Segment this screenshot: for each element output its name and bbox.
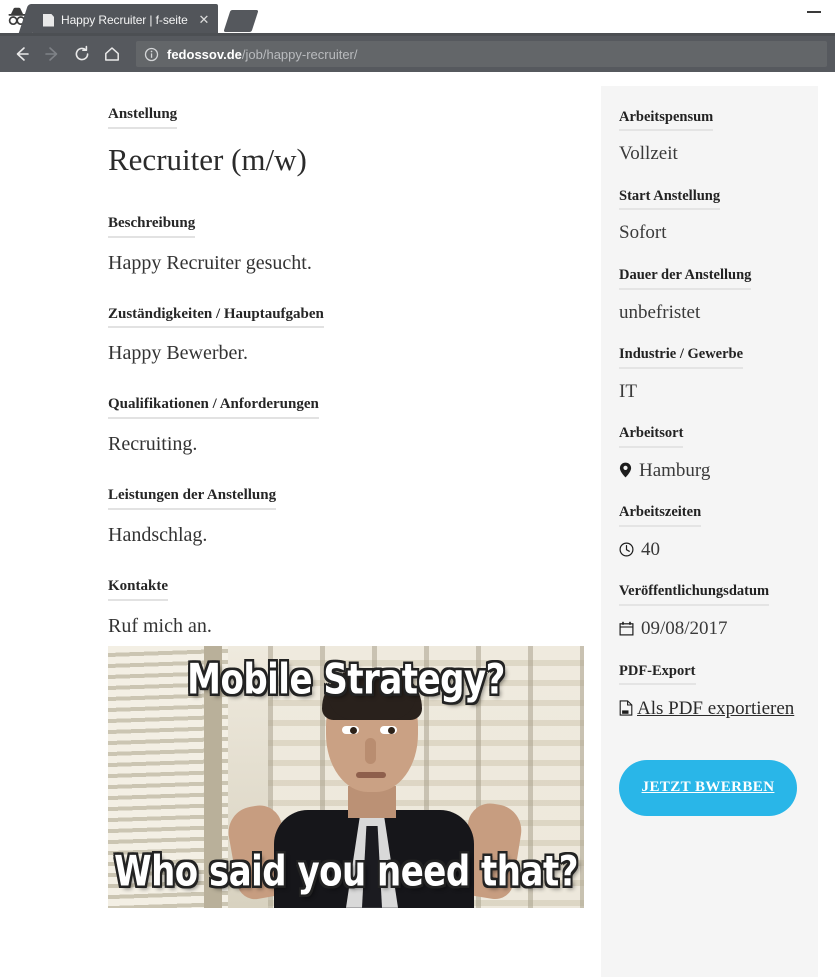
sidebar-heading: Arbeitszeiten [619,504,702,527]
forward-arrow-icon [43,45,61,63]
meme-right-eye [380,725,397,734]
url-host: fedossov.de [167,46,242,62]
section-body: Ruf mich an. [108,614,212,637]
section-heading-wrap-kontakte: Kontakte [108,577,586,601]
apply-now-button[interactable]: JETZT BWERBEN [619,759,797,816]
pdf-file-icon [619,700,633,721]
home-button[interactable] [98,40,126,68]
sidebar-heading: Start Anstellung [619,188,721,211]
forward-button[interactable] [38,40,66,68]
page-title: Recruiter (m/w) [108,141,307,177]
sidebar-value: Vollzeit [619,142,818,167]
meme-mouth [356,771,386,778]
sidebar-value: IT [619,380,818,405]
job-detail-main: Anstellung Recruiter (m/w) Beschreibung … [108,86,586,908]
sidebar-block-start-anstellung: Start Anstellung Sofort [619,187,818,246]
sidebar-heading: Industrie / Gewerbe [619,346,744,369]
browser-toolbar: fedossov.de/job/happy-recruiter/ [0,36,835,72]
browser-window: Happy Recruiter | f-seite ✕ fedossov.de/… [0,0,835,72]
job-meta-sidebar: Arbeitspensum Vollzeit Start Anstellung … [601,86,818,977]
sidebar-value-text: unbefristet [619,301,701,323]
sidebar-block-arbeitspensum: Arbeitspensum Vollzeit [619,108,818,167]
sidebar-block-industrie-gewerbe: Industrie / Gewerbe IT [619,345,818,404]
pdf-export-row: Als PDF exportieren [619,696,799,722]
minimize-button[interactable] [807,11,821,13]
sidebar-value-text: IT [619,380,637,402]
page-content: Arbeitspensum Vollzeit Start Anstellung … [0,72,835,977]
sidebar-block-veroeffentlichungsdatum: Veröffentlichungsdatum 09/08/2017 [619,582,818,641]
info-circle-icon[interactable] [144,47,159,62]
sidebar-block-dauer-der-anstellung: Dauer der Anstellung unbefristet [619,266,818,325]
section-body: Happy Recruiter gesucht. [108,251,312,274]
sidebar-value-text: Hamburg [639,459,711,481]
meme-bottom-caption: Who said you need that? [114,847,578,897]
meme-top-caption: Mobile Strategy? [187,655,505,705]
section-body: Recruiting. [108,433,198,456]
sidebar-value-text: Sofort [619,222,667,244]
section-heading: Kontakte [108,577,168,601]
sidebar-value: 40 [619,538,818,563]
reload-icon [73,45,91,63]
clock-icon [619,540,634,565]
sidebar-value-text: 09/08/2017 [641,617,728,639]
url-path: /job/happy-recruiter/ [241,46,358,62]
section-heading: Qualifikationen / Anforderungen [108,395,319,420]
employment-label: Anstellung [108,105,178,129]
address-bar-url: fedossov.de/job/happy-recruiter/ [167,47,358,62]
sidebar-heading-pdf-export: PDF-Export [619,663,696,685]
section-heading: Beschreibung [108,214,196,238]
close-icon[interactable]: ✕ [196,12,212,28]
section-heading-wrap-zustaendigkeiten: Zuständigkeiten / Hauptaufgaben [108,305,586,329]
browser-tab-happy-recruiter[interactable]: Happy Recruiter | f-seite ✕ [33,4,218,36]
sidebar-heading: Arbeitspensum [619,109,714,132]
section-heading-wrap-beschreibung: Beschreibung [108,214,586,238]
pdf-export-link[interactable]: Als PDF exportieren [637,698,794,719]
section-body: Handschlag. [108,523,208,546]
meme-left-eye [342,725,359,734]
meme-nose [365,737,376,764]
employment-label-wrap: Anstellung [108,105,586,129]
sidebar-value: unbefristet [619,301,818,326]
map-pin-icon [619,461,632,486]
section-heading-wrap-qualifikationen: Qualifikationen / Anforderungen [108,395,586,420]
tab-title: Happy Recruiter | f-seite [61,13,188,27]
section-heading: Leistungen der Anstellung [108,486,277,510]
sidebar-value: Hamburg [619,459,818,484]
sidebar-value-text: Vollzeit [619,143,678,165]
reload-button[interactable] [68,40,96,68]
section-heading: Zuständigkeiten / Hauptaufgaben [108,305,324,329]
sidebar-block-arbeitsort: Arbeitsort Hamburg [619,424,818,483]
back-button[interactable] [8,40,36,68]
sidebar-heading: Dauer der Anstellung [619,267,752,290]
page-icon [43,13,54,27]
home-icon [103,45,121,63]
sidebar-value-text: 40 [641,538,660,560]
back-arrow-icon [13,45,31,63]
sidebar-value: Sofort [619,221,818,246]
meme-image: Mobile Strategy? Who said you need that? [108,645,584,908]
sidebar-value: 09/08/2017 [619,617,818,642]
sidebar-heading: Veröffentlichungsdatum [619,583,770,606]
tab-strip: Happy Recruiter | f-seite ✕ [0,0,835,36]
sidebar-block-pdf-export: PDF-Export Als PDF exportieren [619,662,818,722]
sidebar-heading: Arbeitsort [619,425,684,448]
section-body: Happy Bewerber. [108,342,248,365]
section-heading-wrap-leistungen: Leistungen der Anstellung [108,486,586,510]
apply-now-button-label: JETZT BWERBEN [641,779,775,796]
calendar-icon [619,619,634,644]
apply-button-container: JETZT BWERBEN [619,759,818,816]
sidebar-block-arbeitszeiten: Arbeitszeiten 40 [619,503,818,562]
address-bar[interactable]: fedossov.de/job/happy-recruiter/ [136,41,827,67]
